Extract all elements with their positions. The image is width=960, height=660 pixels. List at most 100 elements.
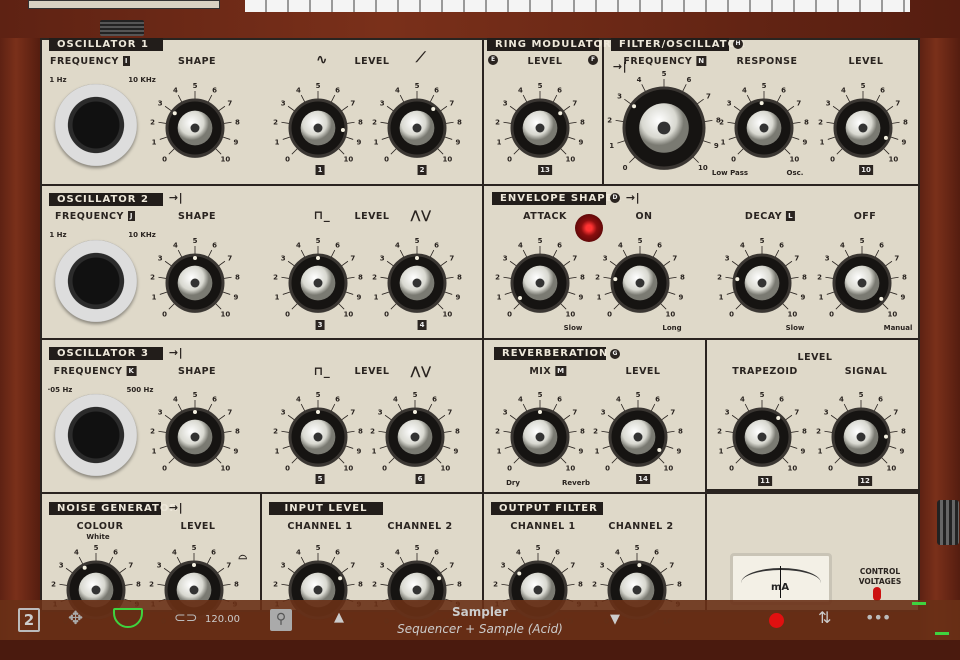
scale-number: 4 (296, 396, 301, 404)
up-down-arrows-icon[interactable]: ⇅ (818, 608, 831, 627)
scale-number: 7 (894, 255, 899, 263)
filter-oscillator-title: FILTER/OSCILLATOR (611, 38, 745, 51)
scale-number: 4 (173, 396, 178, 404)
scale-number: 1 (372, 447, 377, 455)
scale-number: 9 (233, 138, 238, 146)
link-icon[interactable]: ⊂⊃ (174, 610, 197, 626)
scale-number: 6 (879, 242, 884, 250)
scale-number: 7 (227, 100, 232, 108)
scale-number: 6 (211, 549, 216, 557)
scale-number: 2 (595, 273, 600, 281)
scale-number: 3 (601, 409, 606, 417)
scale-number: 6 (557, 242, 562, 250)
scale-number: 4 (518, 242, 523, 250)
knob-pointer (883, 434, 888, 439)
output-level-label: LEVEL (797, 352, 833, 363)
scale-number: 1 (275, 138, 280, 146)
scale-number: 1 (275, 447, 280, 455)
scale-number: 3 (503, 409, 508, 417)
knob-pointer (613, 277, 618, 282)
scale-number: 4 (516, 549, 521, 557)
scale-number: 9 (455, 138, 460, 146)
scale-number: 5 (536, 544, 541, 552)
scale-number: 8 (235, 273, 240, 281)
scale-number: 2 (273, 427, 278, 435)
frequency-label: FREQUENCY K (53, 366, 137, 377)
scale-number: 10 (443, 310, 453, 318)
scale-number: 4 (296, 549, 301, 557)
knob-center (759, 123, 769, 133)
scale-number: 1 (721, 138, 726, 146)
scale-number: 5 (193, 391, 198, 399)
scale-number: 2 (495, 273, 500, 281)
scale-number: 6 (212, 396, 217, 404)
scale-number: 8 (457, 273, 462, 281)
scale-number: 0 (605, 464, 610, 472)
scale-number: 3 (725, 409, 730, 417)
scale-number: 6 (432, 396, 437, 404)
scale-number: 1 (374, 138, 379, 146)
scale-number: 7 (893, 409, 898, 417)
scale-number: 2 (493, 580, 498, 588)
scale-number: 8 (677, 580, 682, 588)
scale-number: 0 (828, 464, 833, 472)
signal-number: 12 (858, 476, 872, 486)
knob-center (313, 585, 323, 595)
scale-number: 5 (859, 391, 864, 399)
scale-number: 9 (899, 447, 904, 455)
preset-subtitle[interactable]: Sequencer + Sample (Acid) (380, 622, 580, 636)
scale-number: 2 (495, 427, 500, 435)
next-preset-icon[interactable]: ▼ (610, 612, 620, 627)
more-icon[interactable]: ••• (865, 608, 891, 627)
manual-label: Manual (883, 324, 913, 332)
scale-number: 1 (719, 447, 724, 455)
scale-number: 5 (762, 82, 767, 90)
scale-number: 1 (152, 447, 157, 455)
move-icon[interactable]: ✥ (68, 608, 83, 629)
record-icon[interactable] (769, 613, 784, 628)
knob-center (757, 432, 767, 442)
scale-number: 6 (878, 396, 883, 404)
previous-preset-icon[interactable]: ▲ (334, 610, 344, 625)
scale-number: 7 (572, 100, 577, 108)
preset-name[interactable]: Sampler (380, 605, 580, 619)
scale-number: 2 (607, 116, 612, 124)
control-voltages-switch[interactable] (873, 587, 881, 601)
scale-number: 1 (374, 293, 379, 301)
noise-generator-title: NOISE GENERATOR (49, 502, 177, 515)
filter-badge-h: H (733, 39, 743, 49)
scale-number: 10 (221, 155, 231, 163)
scale-number: 5 (538, 82, 543, 90)
scale-number: 4 (173, 87, 178, 95)
scale-number: 8 (235, 427, 240, 435)
knob-pointer (172, 111, 177, 116)
scale-number: 9 (233, 447, 238, 455)
scale-number: 7 (449, 255, 454, 263)
scale-number: 0 (384, 310, 389, 318)
level-indicator-icon (935, 632, 949, 635)
knob-pointer (82, 565, 87, 570)
scale-number: 9 (455, 293, 460, 301)
scale-number: 5 (636, 391, 641, 399)
scale-number: 7 (895, 100, 900, 108)
search-icon[interactable]: ⚲ (270, 609, 292, 631)
scroll-handle[interactable] (937, 500, 959, 545)
scale-number: 1 (275, 293, 280, 301)
pages-icon[interactable]: 2 (18, 608, 40, 632)
scale-number: 5 (861, 82, 866, 90)
scale-number: 4 (742, 87, 747, 95)
tempo-value[interactable]: 120.00 (205, 614, 240, 625)
scale-number: 1 (818, 447, 823, 455)
knob-pointer (632, 104, 637, 109)
knob-center (535, 278, 545, 288)
knob-pointer (437, 576, 442, 581)
scale-number: 4 (839, 396, 844, 404)
knob-center (412, 123, 422, 133)
plug-icon[interactable] (113, 608, 143, 628)
knob-pointer (340, 127, 345, 132)
scale-number: 1 (819, 293, 824, 301)
scale-number: 10 (221, 310, 231, 318)
keyboard-strip[interactable] (245, 0, 910, 12)
level-number: 2 (417, 165, 427, 175)
scale-number: 6 (781, 87, 786, 95)
